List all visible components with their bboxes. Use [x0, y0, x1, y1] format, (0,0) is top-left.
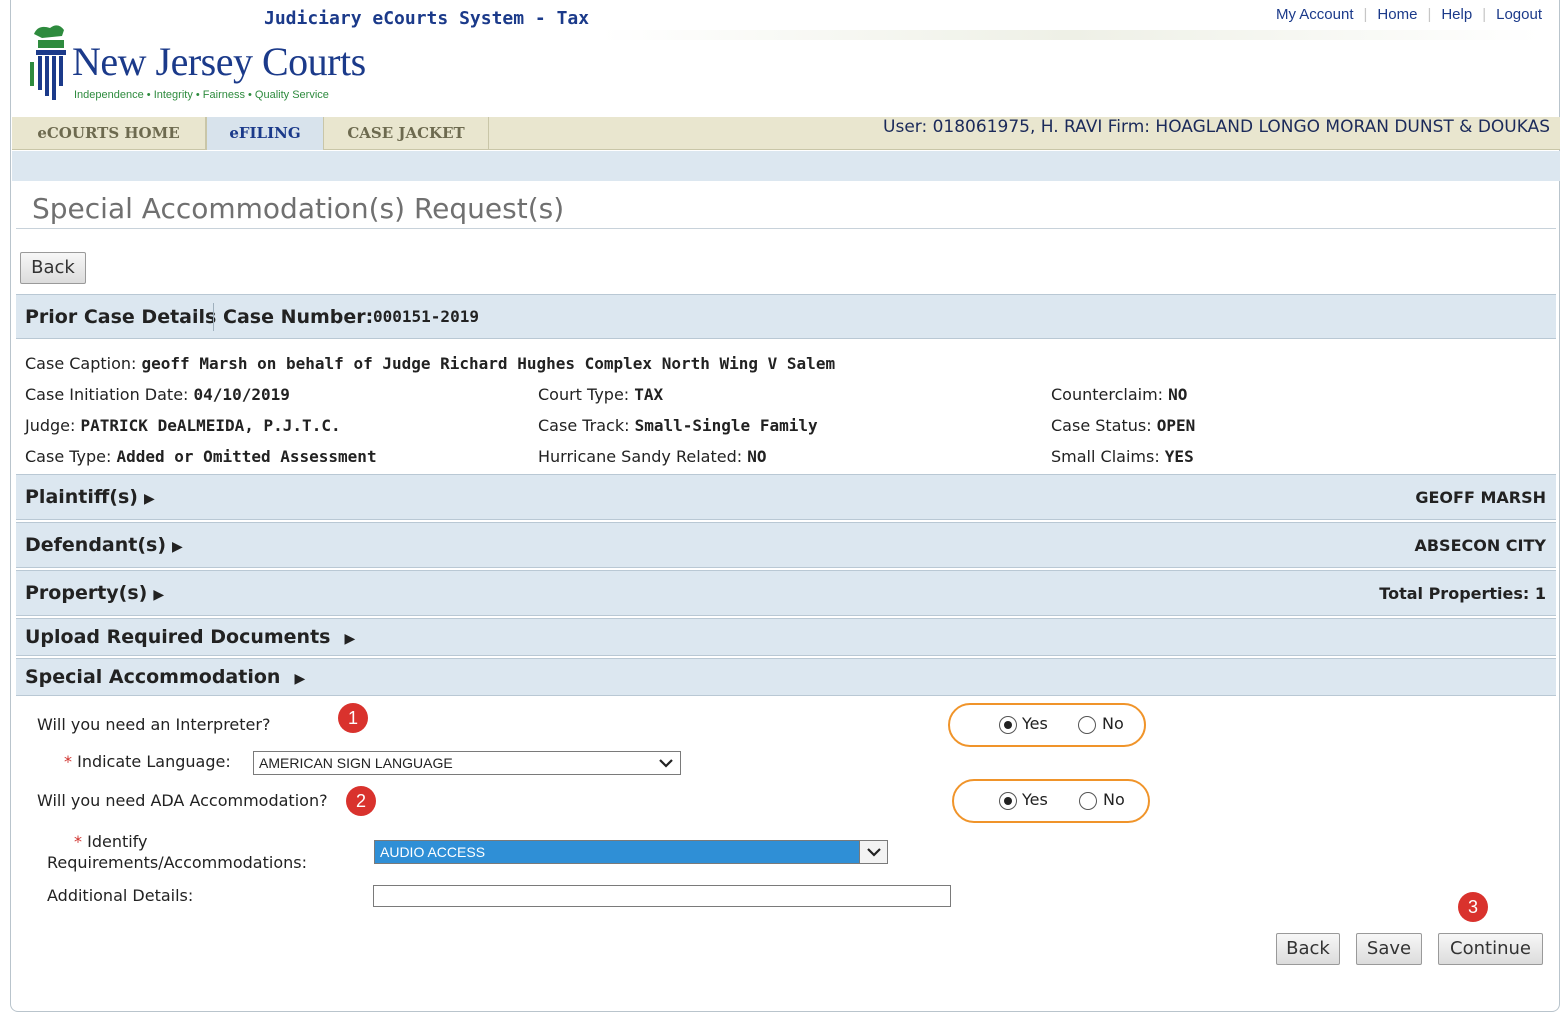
continue-button[interactable]: Continue: [1438, 933, 1543, 965]
prior-case-label: Prior Case Details: [25, 306, 217, 328]
identify-label-line2: Requirements/Accommodations:: [47, 853, 307, 872]
prior-case-bar: Prior Case Details Case Number: 000151-2…: [16, 294, 1556, 339]
judge: Judge: PATRICK DeALMEIDA, P.J.T.C.: [25, 416, 341, 435]
logout-link[interactable]: Logout: [1496, 6, 1542, 23]
identify-label: * Identify: [74, 832, 148, 851]
page-title: Special Accommodation(s) Request(s): [32, 192, 565, 225]
step-badge-2: 2: [346, 786, 376, 816]
divider: [213, 303, 214, 331]
chevron-down-icon: [658, 752, 674, 779]
home-link[interactable]: Home: [1377, 6, 1417, 23]
tab-case-jacket[interactable]: CASE JACKET: [324, 117, 489, 150]
interpreter-question: Will you need an Interpreter?: [37, 715, 271, 734]
plaintiff-value: GEOFF MARSH: [1415, 488, 1546, 507]
subnav-band: [12, 151, 1560, 181]
header-decoration: [600, 30, 1540, 40]
interpreter-yes-radio[interactable]: [999, 716, 1017, 734]
step-badge-3: 3: [1458, 892, 1488, 922]
plaintiff-section[interactable]: Plaintiff(s) ▶ GEOFF MARSH: [16, 474, 1556, 520]
nj-courts-logo: New Jersey Courts Independence • Integri…: [28, 20, 388, 110]
ada-no-label: No: [1103, 790, 1125, 809]
interpreter-no-label: No: [1102, 714, 1124, 733]
logo-wordmark: New Jersey Courts: [72, 39, 366, 84]
expand-arrow-icon: ▶: [344, 631, 356, 647]
logo-tagline: Independence • Integrity • Fairness • Qu…: [74, 89, 329, 101]
property-section[interactable]: Property(s) ▶ Total Properties: 1: [16, 570, 1556, 616]
defendant-value: ABSECON CITY: [1414, 536, 1546, 555]
case-number-label: Case Number:: [223, 306, 374, 328]
expand-arrow-icon: ▶: [172, 539, 183, 555]
my-account-link[interactable]: My Account: [1276, 6, 1354, 23]
chevron-down-icon: [859, 841, 887, 863]
language-label: * Indicate Language:: [64, 752, 231, 771]
save-button[interactable]: Save: [1356, 933, 1422, 965]
small-claims: Small Claims: YES: [1051, 447, 1194, 466]
case-number-value: 000151-2019: [373, 307, 479, 326]
property-label: Property(s): [25, 582, 148, 604]
expand-arrow-icon: ▶: [143, 491, 155, 507]
defendant-label: Defendant(s): [25, 534, 167, 556]
tab-ecourts-home[interactable]: eCOURTS HOME: [12, 117, 206, 150]
hurricane-sandy: Hurricane Sandy Related: NO: [538, 447, 767, 466]
ada-yes-radio[interactable]: [999, 792, 1017, 810]
interpreter-yes-label: Yes: [1022, 714, 1048, 733]
accommodations-select[interactable]: AUDIO ACCESS: [374, 840, 888, 864]
interpreter-no-radio[interactable]: [1078, 716, 1096, 734]
counterclaim: Counterclaim: NO: [1051, 385, 1188, 404]
required-marker: *: [64, 752, 72, 771]
additional-details-label: Additional Details:: [47, 886, 194, 905]
case-caption-value: geoff Marsh on behalf of Judge Richard H…: [141, 354, 836, 373]
help-link[interactable]: Help: [1441, 6, 1472, 23]
ada-no-radio[interactable]: [1079, 792, 1097, 810]
property-value: Total Properties: 1: [1379, 584, 1546, 603]
defendant-section[interactable]: Defendant(s) ▶ ABSECON CITY: [16, 522, 1556, 568]
special-accommodation-section[interactable]: Special Accommodation ▶: [16, 658, 1556, 696]
user-info: User: 018061975, H. RAVI Firm: HOAGLAND …: [883, 117, 1550, 137]
courthouse-icon: [30, 25, 66, 100]
court-type: Court Type: TAX: [538, 385, 664, 404]
back-button-top[interactable]: Back: [20, 252, 86, 284]
ada-question: Will you need ADA Accommodation?: [37, 791, 328, 810]
case-initiation-date: Case Initiation Date: 04/10/2019: [25, 385, 290, 404]
language-select[interactable]: AMERICAN SIGN LANGUAGE: [253, 751, 681, 775]
upload-documents-section[interactable]: Upload Required Documents ▶: [16, 618, 1556, 656]
special-accommodation-label: Special Accommodation: [25, 666, 281, 688]
divider: [16, 228, 1556, 229]
required-marker: *: [74, 832, 82, 851]
case-type: Case Type: Added or Omitted Assessment: [25, 447, 377, 466]
case-status: Case Status: OPEN: [1051, 416, 1196, 435]
case-track: Case Track: Small-Single Family: [538, 416, 818, 435]
case-caption: Case Caption: geoff Marsh on behalf of J…: [25, 354, 836, 373]
additional-details-input[interactable]: [373, 885, 951, 907]
ada-yes-label: Yes: [1022, 790, 1048, 809]
step-badge-1: 1: [338, 703, 368, 733]
upload-label: Upload Required Documents: [25, 626, 331, 648]
expand-arrow-icon: ▶: [153, 587, 165, 603]
plaintiff-label: Plaintiff(s): [25, 486, 138, 508]
expand-arrow-icon: ▶: [294, 671, 306, 687]
top-links: My Account | Home | Help | Logout: [1275, 6, 1542, 23]
back-button[interactable]: Back: [1276, 933, 1340, 965]
tab-efiling[interactable]: eFILING: [206, 117, 324, 150]
